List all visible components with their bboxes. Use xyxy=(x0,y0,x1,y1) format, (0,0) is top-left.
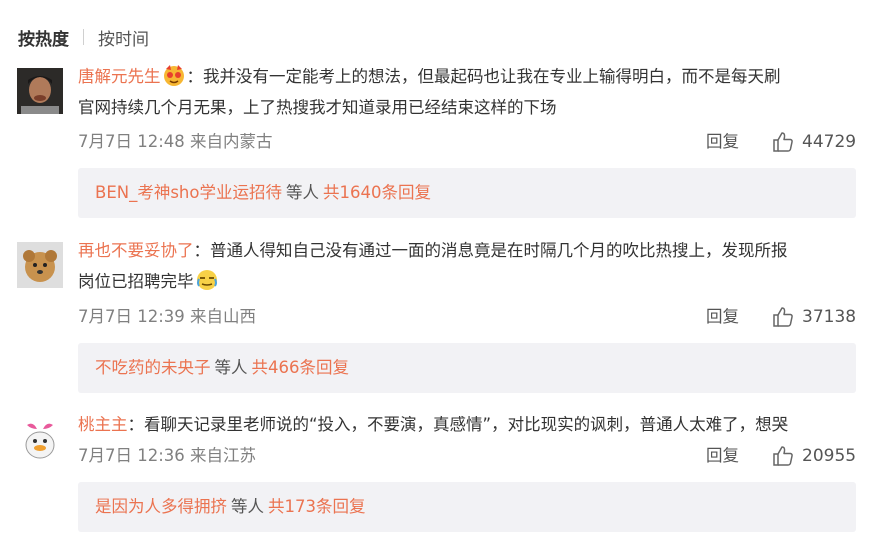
avatar[interactable] xyxy=(17,242,63,288)
reply-count-link[interactable]: 共466条回复 xyxy=(252,358,350,377)
sort-divider xyxy=(83,29,84,45)
reply-others-label: 等人 xyxy=(231,497,264,516)
avatar-photo-icon xyxy=(17,68,63,114)
comment-username[interactable]: 唐解元先生 xyxy=(78,67,161,86)
emoji-icon xyxy=(195,268,219,292)
reply-username[interactable]: BEN_考神sho学业运招待 xyxy=(95,183,282,202)
comment-meta: 7月7日 12:39 来自山西 xyxy=(78,307,257,326)
comment-username[interactable]: 桃主主 xyxy=(78,415,128,434)
reply-username[interactable]: 是因为人多得拥挤 xyxy=(95,497,227,516)
thumbs-up-icon xyxy=(773,307,793,327)
like-button[interactable]: 37138 xyxy=(772,304,856,330)
comment-body: ：普通人得知自己没有通过一面的消息竟是在时隔几个月的吹比热搜上，发现所报 xyxy=(193,241,788,260)
comment-body-line2: 岗位已招聘完毕 xyxy=(78,272,194,291)
reply-count-link[interactable]: 共173条回复 xyxy=(268,497,366,516)
reply-count-link[interactable]: 共1640条回复 xyxy=(323,183,431,202)
reply-button[interactable]: 回复 xyxy=(706,443,739,469)
comment-text: 桃主主：看聊天记录里老师说的“投入，不要演，真感情”，对比现实的讽刺，普通人太难… xyxy=(78,409,858,440)
replies-summary[interactable]: BEN_考神sho学业运招待 等人 共1640条回复 xyxy=(78,168,856,218)
reply-others-label: 等人 xyxy=(214,358,248,377)
like-count: 20955 xyxy=(802,446,857,466)
avatar-duck-icon xyxy=(17,417,63,463)
comment-text: 唐解元先生 ：我并没有一定能考上的想法，但最起码也让我在专业上输得明白，而不是每天… xyxy=(78,61,858,123)
like-count: 37138 xyxy=(802,307,857,327)
reply-others-label: 等人 xyxy=(286,183,319,202)
comment-meta: 7月7日 12:48 来自内蒙古 xyxy=(78,132,273,151)
comment-body: ：我并没有一定能考上的想法，但最起码也让我在专业上输得明白，而不是每天刷 xyxy=(186,67,781,86)
sort-bar: 按热度 按时间 xyxy=(18,22,149,52)
thumbs-up-icon xyxy=(773,132,793,152)
reply-button[interactable]: 回复 xyxy=(706,304,739,330)
like-button[interactable]: 44729 xyxy=(772,129,856,155)
comment-text: 再也不要妥协了：普通人得知自己没有通过一面的消息竟是在时隔几个月的吹比热搜上，发… xyxy=(78,235,858,297)
comment-body: ：看聊天记录里老师说的“投入，不要演，真感情”，对比现实的讽刺，普通人太难了，想… xyxy=(127,415,789,434)
like-count: 44729 xyxy=(802,132,857,152)
sort-by-hot-tab[interactable]: 按热度 xyxy=(18,25,69,50)
replies-summary[interactable]: 不吃药的未央子 等人 共466条回复 xyxy=(78,343,856,393)
comment-body-line2: 官网持续几个月无果，上了热搜我才知道录用已经结束这样的下场 xyxy=(78,98,557,117)
replies-summary[interactable]: 是因为人多得拥挤 等人 共173条回复 xyxy=(78,482,856,532)
comment-username[interactable]: 再也不要妥协了 xyxy=(78,241,194,260)
sort-by-time-tab[interactable]: 按时间 xyxy=(98,25,149,50)
like-button[interactable]: 20955 xyxy=(772,443,856,469)
avatar[interactable] xyxy=(17,68,63,114)
reply-username[interactable]: 不吃药的未央子 xyxy=(95,358,211,377)
comment-meta: 7月7日 12:36 来自江苏 xyxy=(78,446,257,465)
emoji-icon xyxy=(162,63,186,87)
reply-button[interactable]: 回复 xyxy=(706,129,739,155)
avatar[interactable] xyxy=(17,417,63,463)
avatar-dog-icon xyxy=(17,242,63,288)
thumbs-up-icon xyxy=(773,446,793,466)
